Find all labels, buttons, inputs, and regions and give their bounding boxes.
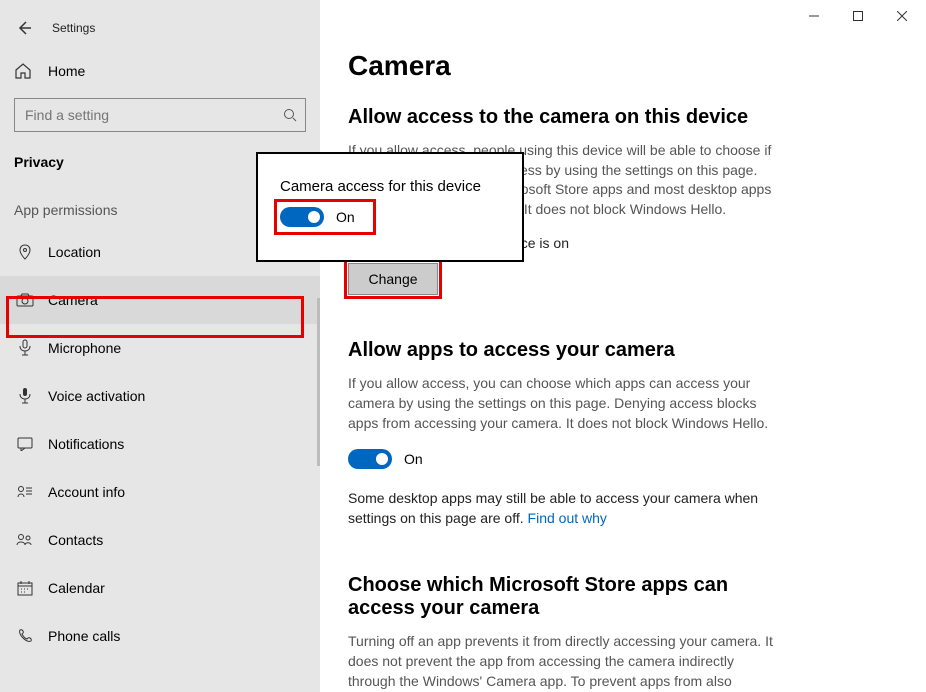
section3-heading: Choose which Microsoft Store apps can ac… xyxy=(348,574,778,620)
sidebar-item-label: Contacts xyxy=(48,532,103,548)
sidebar-item-phone-calls[interactable]: Phone calls xyxy=(0,612,320,660)
camera-access-popup: Camera access for this device On xyxy=(256,152,524,262)
sidebar-item-account-info[interactable]: Account info xyxy=(0,468,320,516)
maximize-button[interactable] xyxy=(836,2,880,30)
sidebar-item-label: Calendar xyxy=(48,580,105,596)
sidebar-item-notifications[interactable]: Notifications xyxy=(0,420,320,468)
sidebar-item-label: Camera xyxy=(48,292,98,308)
calendar-icon xyxy=(14,580,36,596)
change-button[interactable]: Change xyxy=(348,263,438,295)
main-content: Camera Allow access to the camera on thi… xyxy=(320,0,926,692)
sidebar-item-label: Phone calls xyxy=(48,628,120,644)
microphone-icon xyxy=(14,339,36,357)
section1-heading: Allow access to the camera on this devic… xyxy=(348,106,886,129)
sidebar-item-label: Voice activation xyxy=(48,388,145,404)
page-title: Camera xyxy=(348,50,886,82)
sidebar-item-camera[interactable]: Camera xyxy=(0,276,320,324)
sidebar-item-microphone[interactable]: Microphone xyxy=(0,324,320,372)
popup-toggle[interactable] xyxy=(280,207,324,227)
popup-title: Camera access for this device xyxy=(280,178,500,195)
minimize-button[interactable] xyxy=(792,2,836,30)
home-icon xyxy=(14,62,36,80)
account-icon xyxy=(14,485,36,499)
sidebar-item-label: Account info xyxy=(48,484,125,500)
section3-body: Turning off an app prevents it from dire… xyxy=(348,632,778,692)
app-title: Settings xyxy=(52,21,95,35)
home-nav[interactable]: Home xyxy=(0,52,320,98)
location-icon xyxy=(14,244,36,260)
section2-note: Some desktop apps may still be able to a… xyxy=(348,489,778,528)
notifications-icon xyxy=(14,437,36,451)
sidebar-item-label: Microphone xyxy=(48,340,121,356)
home-label: Home xyxy=(48,63,85,79)
section2-heading: Allow apps to access your camera xyxy=(348,339,886,362)
close-button[interactable] xyxy=(880,2,924,30)
sidebar: Settings Home Privacy App permissions Lo… xyxy=(0,0,320,692)
find-out-why-link[interactable]: Find out why xyxy=(528,510,607,526)
sidebar-item-calendar[interactable]: Calendar xyxy=(0,564,320,612)
section2-body: If you allow access, you can choose whic… xyxy=(348,374,778,433)
camera-icon xyxy=(14,293,36,307)
search-input-container[interactable] xyxy=(14,98,306,132)
search-input[interactable] xyxy=(15,107,275,123)
sidebar-item-label: Notifications xyxy=(48,436,124,452)
sidebar-item-label: Location xyxy=(48,244,101,260)
sidebar-item-voice-activation[interactable]: Voice activation xyxy=(0,372,320,420)
voice-icon xyxy=(14,387,36,405)
window-controls xyxy=(792,2,924,30)
apps-access-toggle[interactable] xyxy=(348,449,392,469)
apps-access-toggle-label: On xyxy=(404,451,423,467)
contacts-icon xyxy=(14,533,36,547)
popup-toggle-label: On xyxy=(336,209,355,225)
phone-icon xyxy=(14,628,36,644)
sidebar-item-contacts[interactable]: Contacts xyxy=(0,516,320,564)
search-icon xyxy=(275,108,305,122)
back-button[interactable] xyxy=(14,18,34,38)
